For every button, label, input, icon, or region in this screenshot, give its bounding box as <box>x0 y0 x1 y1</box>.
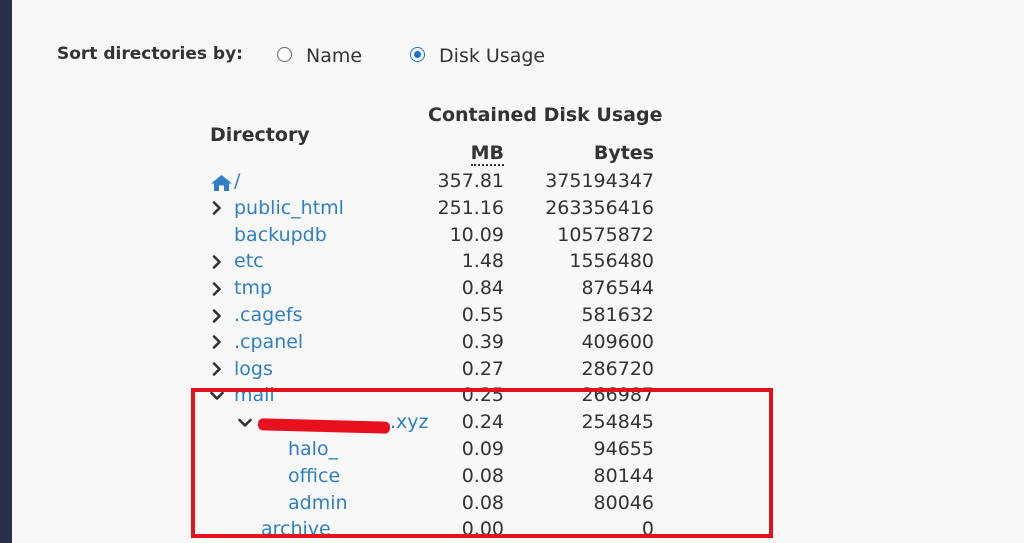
chevron-down-icon[interactable] <box>210 382 224 409</box>
directory-link[interactable]: archive <box>261 516 331 543</box>
bytes-value: 581632 <box>581 304 654 326</box>
table-row: .cagefs 0.55 581632 <box>0 302 1024 329</box>
table-row: tmp 0.84 876544 <box>0 275 1024 302</box>
directory-link[interactable]: public_html <box>234 195 344 222</box>
bytes-value: 409600 <box>581 330 654 353</box>
header-mb[interactable]: MB <box>470 143 504 166</box>
directory-link[interactable]: admin <box>288 490 348 517</box>
table-row: public_html 251.16 263356416 <box>0 195 1024 222</box>
bytes-value: 254845 <box>581 411 654 434</box>
directory-link[interactable]: office <box>288 463 340 490</box>
directory-link[interactable]: etc <box>234 248 264 275</box>
sort-label: Sort directories by: <box>57 44 243 64</box>
home-icon[interactable] <box>210 173 233 191</box>
mb-value: 0.09 <box>461 438 504 460</box>
table-row: / 357.81 375194347 <box>0 168 1024 195</box>
table-row: etc 1.48 1556480 <box>0 248 1024 275</box>
table-row: admin 0.08 80046 <box>0 490 1024 517</box>
bytes-value: 10575872 <box>557 223 654 246</box>
directory-link[interactable]: mail <box>234 382 275 409</box>
directory-link[interactable]: / <box>234 168 240 195</box>
directory-link[interactable]: halo_ <box>288 436 338 463</box>
bytes-value: 375194347 <box>545 170 654 192</box>
mb-value: 0.25 <box>461 384 504 407</box>
directory-link[interactable]: .xyz <box>390 409 429 436</box>
table-row: .xyz 0.24 254845 <box>0 409 1024 436</box>
mb-value: 0.08 <box>461 491 504 514</box>
sort-by-disk-usage-option[interactable]: Disk Usage <box>410 45 545 67</box>
sort-by-disk-usage-radio[interactable] <box>410 47 426 62</box>
mb-value: 0.84 <box>461 277 504 300</box>
mb-value: 0.08 <box>461 464 504 487</box>
bytes-value: 1556480 <box>569 250 654 273</box>
header-contained-disk-usage: Contained Disk Usage <box>428 104 663 126</box>
sort-controls: Sort directories by: Name Disk Usage <box>57 40 593 72</box>
sort-by-name-radio[interactable] <box>276 47 292 62</box>
directory-link[interactable]: backupdb <box>234 222 327 249</box>
chevron-right-icon[interactable] <box>210 195 224 222</box>
chevron-right-icon[interactable] <box>210 302 224 329</box>
mb-value: 0.55 <box>461 304 504 326</box>
bytes-value: 876544 <box>581 277 654 300</box>
chevron-right-icon[interactable] <box>210 275 224 302</box>
table-row: halo_ 0.09 94655 <box>0 436 1024 463</box>
chevron-down-icon[interactable] <box>238 409 252 436</box>
sort-by-disk-usage-label: Disk Usage <box>439 45 546 67</box>
bytes-value: 80046 <box>593 491 654 514</box>
chevron-right-icon[interactable] <box>210 248 224 275</box>
directory-link[interactable]: .cpanel <box>234 329 303 356</box>
table-row: office 0.08 80144 <box>0 463 1024 490</box>
bytes-value: 94655 <box>593 438 654 460</box>
table-row: .cpanel 0.39 409600 <box>0 329 1024 356</box>
bytes-value: 263356416 <box>545 196 654 219</box>
bytes-value: 0 <box>641 518 654 541</box>
sort-by-name-label: Name <box>305 45 363 67</box>
bytes-value: 286720 <box>581 357 654 380</box>
mb-value: 0.00 <box>461 518 504 541</box>
table-row: backupdb 10.09 10575872 <box>0 222 1024 249</box>
mb-value: 1.48 <box>461 250 504 273</box>
bytes-value: 80144 <box>593 464 654 487</box>
directory-link[interactable]: logs <box>234 356 273 383</box>
sort-by-name-option[interactable]: Name <box>276 45 363 67</box>
directory-link[interactable]: tmp <box>234 275 272 302</box>
chevron-right-icon[interactable] <box>210 356 224 383</box>
mb-value: 0.27 <box>461 357 504 380</box>
header-bytes: Bytes <box>593 142 654 164</box>
header-directory[interactable]: Directory <box>210 124 310 146</box>
chevron-right-icon[interactable] <box>210 329 224 356</box>
table-row: logs 0.27 286720 <box>0 356 1024 383</box>
mb-value: 0.24 <box>461 411 504 434</box>
mb-value: 10.09 <box>449 223 504 246</box>
table-row: archive 0.00 0 <box>0 516 1024 543</box>
mb-value: 251.16 <box>437 196 504 219</box>
table-row: mail 0.25 266987 <box>0 382 1024 409</box>
bytes-value: 266987 <box>581 384 654 407</box>
mb-value: 357.81 <box>437 170 504 192</box>
directory-link[interactable]: .cagefs <box>234 302 302 329</box>
mb-value: 0.39 <box>461 330 504 353</box>
